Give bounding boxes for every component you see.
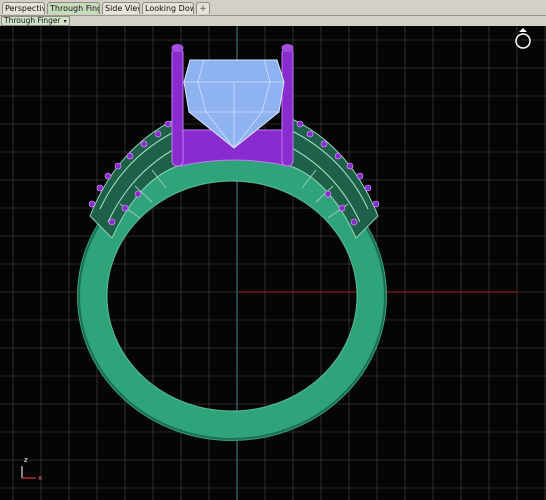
axis-x-label: x [38, 474, 42, 482]
accent-gem [114, 162, 122, 170]
viewport-tab-bar: Perspective Through Finger Side View Loo… [0, 0, 546, 16]
tab-looking-down[interactable]: Looking Down [142, 2, 194, 14]
viewport-name-label[interactable]: Through Finger ▾ [1, 16, 70, 26]
accent-gem [296, 120, 304, 128]
accent-gem [350, 218, 358, 226]
viewport-scene: z x [0, 26, 546, 500]
accent-gem [338, 204, 346, 212]
accent-gem [324, 190, 332, 198]
tab-side-view[interactable]: Side View [102, 2, 140, 14]
accent-gem [88, 200, 96, 208]
accent-gem [346, 162, 354, 170]
viewport-name: Through Finger [4, 16, 61, 25]
accent-gem [372, 200, 380, 208]
tab-perspective[interactable]: Perspective [2, 2, 45, 14]
add-tab-button[interactable]: + [196, 2, 210, 14]
accent-gem [306, 130, 314, 138]
axis-z-label: z [24, 456, 28, 464]
accent-gem [154, 130, 162, 138]
viewport-title-bar: Through Finger ▾ [0, 16, 546, 26]
accent-gem [121, 204, 129, 212]
accent-gem [334, 152, 342, 160]
tab-through-finger[interactable]: Through Finger [47, 2, 100, 14]
accent-gem [104, 172, 112, 180]
accent-gem [364, 184, 372, 192]
accent-gem [140, 140, 148, 148]
accent-gem [96, 184, 104, 192]
chevron-down-icon[interactable]: ▾ [64, 18, 67, 26]
accent-gem [134, 190, 142, 198]
ring-view-icon[interactable] [515, 28, 531, 49]
accent-gem [356, 172, 364, 180]
viewport-canvas[interactable]: z x [0, 26, 546, 500]
accent-gem [108, 218, 116, 226]
accent-gem [164, 120, 172, 128]
accent-gem [126, 152, 134, 160]
accent-gem [320, 140, 328, 148]
